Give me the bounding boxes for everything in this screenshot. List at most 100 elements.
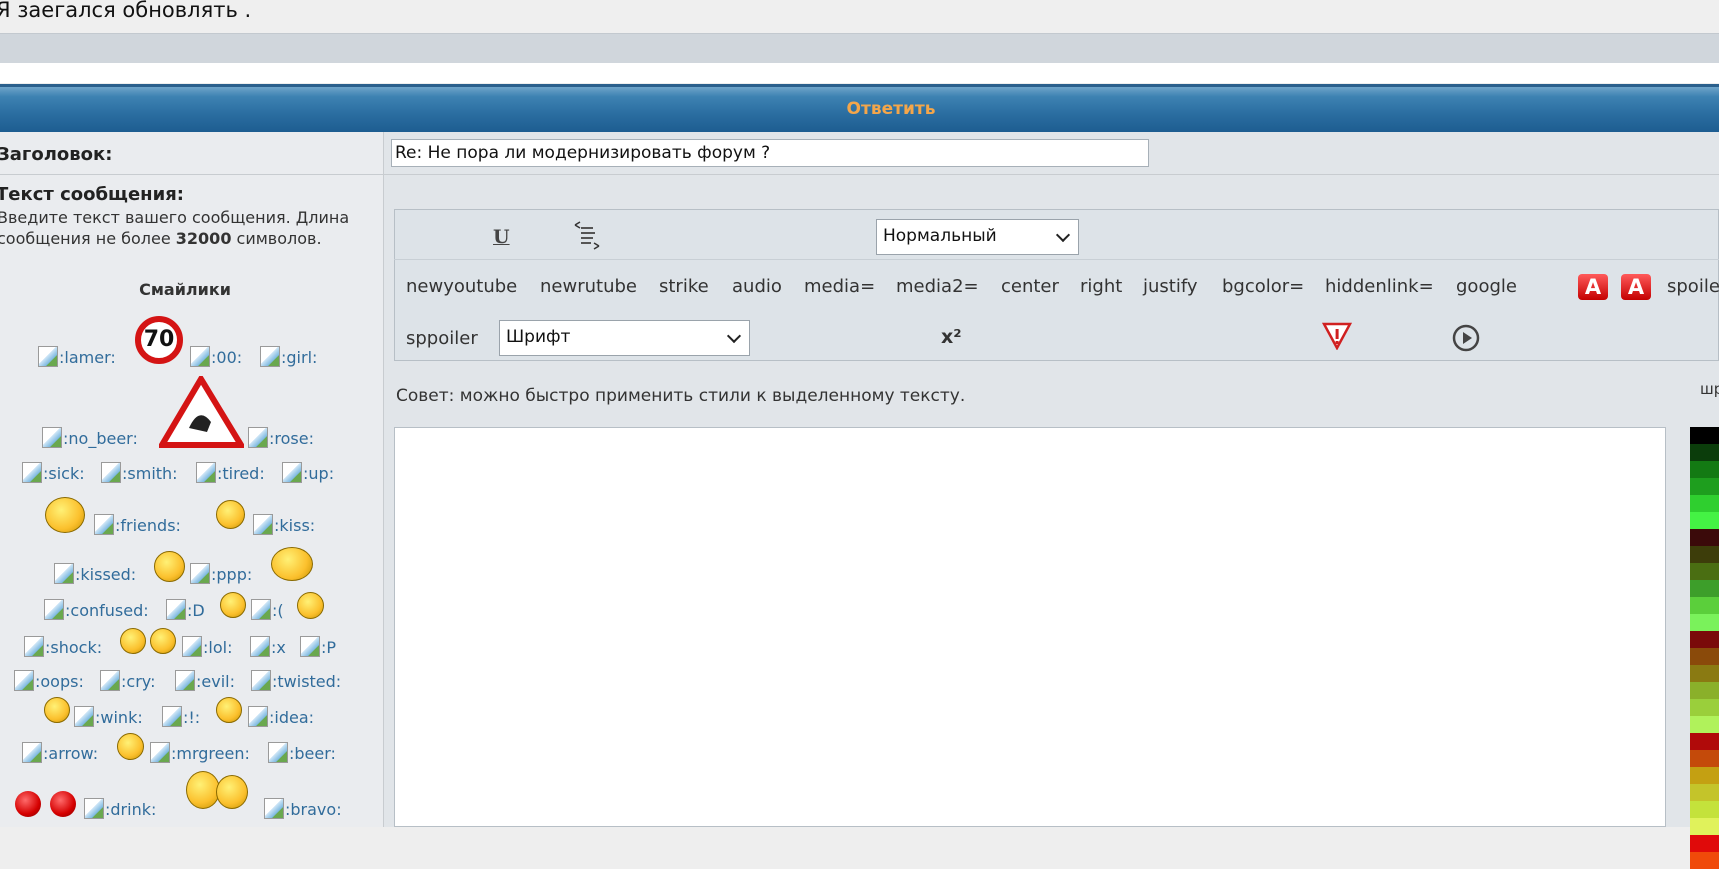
smiley-beer[interactable]: :beer: — [268, 742, 336, 763]
red-ball-icon[interactable] — [15, 791, 41, 817]
palette-swatch[interactable] — [1690, 580, 1719, 597]
palette-swatch[interactable] — [1690, 699, 1719, 716]
palette-swatch[interactable] — [1690, 546, 1719, 563]
google-button[interactable]: google — [1456, 276, 1517, 297]
smiley-grin[interactable]: :D — [166, 599, 205, 620]
neutral-smiley-icon[interactable] — [120, 628, 146, 654]
smiley-kissed[interactable]: :kissed: — [54, 563, 136, 584]
smiley-confused[interactable]: :confused: — [44, 599, 149, 620]
smiley-sad[interactable]: :( — [251, 599, 284, 620]
justify-button[interactable]: justify — [1143, 276, 1198, 297]
smiley-p[interactable]: :P — [300, 636, 336, 657]
palette-swatch[interactable] — [1690, 682, 1719, 699]
smiley-x[interactable]: :x — [250, 636, 286, 657]
audio-button[interactable]: audio — [732, 276, 782, 297]
question-smiley-icon[interactable] — [216, 697, 242, 723]
palette-swatch[interactable] — [1690, 733, 1719, 750]
smiley-rose[interactable]: :rose: — [248, 427, 314, 448]
smiley-friends[interactable]: :friends: — [94, 514, 181, 535]
smiley-lol[interactable]: :lol: — [182, 636, 232, 657]
thinking-smiley-icon[interactable] — [216, 500, 245, 529]
palette-swatch[interactable] — [1690, 478, 1719, 495]
media2-button[interactable]: media2= — [896, 276, 979, 297]
palette-swatch[interactable] — [1690, 597, 1719, 614]
palette-swatch[interactable] — [1690, 835, 1719, 852]
font-bgcolor-icon[interactable]: A — [1621, 274, 1651, 300]
palette-swatch[interactable] — [1690, 444, 1719, 461]
smiley-idea[interactable]: :idea: — [248, 706, 314, 727]
smiley-exclaim[interactable]: :!: — [162, 706, 200, 727]
smiley-00[interactable]: :00: — [190, 346, 242, 367]
smiley-smith[interactable]: :smith: — [101, 462, 178, 483]
palette-swatch[interactable] — [1690, 784, 1719, 801]
play-icon[interactable] — [1452, 324, 1480, 352]
smiley-no-beer[interactable]: :no_beer: — [42, 427, 138, 448]
smiley-oops[interactable]: :oops: — [14, 670, 84, 691]
bravo-smiley-icon-2[interactable] — [216, 775, 248, 809]
font-family-select[interactable]: Шрифт — [499, 320, 750, 356]
warning-icon[interactable] — [1322, 322, 1352, 350]
palette-swatch[interactable] — [1690, 648, 1719, 665]
smiley-ppp[interactable]: :ppp: — [190, 563, 252, 584]
bgcolor-button[interactable]: bgcolor= — [1222, 276, 1304, 297]
newrutube-button[interactable]: newrutube — [540, 276, 637, 297]
smiley-sick[interactable]: :sick: — [22, 462, 85, 483]
media-button[interactable]: media= — [804, 276, 875, 297]
smiley-cry[interactable]: :cry: — [100, 670, 155, 691]
smiley-shock[interactable]: :shock: — [24, 636, 102, 657]
palette-swatch[interactable] — [1690, 427, 1719, 444]
red-ball-icon-2[interactable] — [50, 791, 76, 817]
smile-icon[interactable] — [220, 592, 246, 618]
angel-smiley-icon[interactable] — [271, 547, 313, 581]
color-palette[interactable] — [1690, 427, 1719, 869]
speed-limit-sign[interactable]: 70 — [135, 316, 183, 364]
smiley-evil[interactable]: :evil: — [175, 670, 235, 691]
right-button[interactable]: right — [1080, 276, 1122, 297]
meh-smiley-icon[interactable] — [117, 733, 144, 760]
palette-swatch[interactable] — [1690, 563, 1719, 580]
palette-swatch[interactable] — [1690, 631, 1719, 648]
palette-swatch[interactable] — [1690, 750, 1719, 767]
title-input[interactable] — [391, 139, 1149, 167]
superscript-button[interactable]: x² — [941, 326, 962, 348]
smiley-bravo[interactable]: :bravo: — [264, 798, 342, 819]
hiddenlink-button[interactable]: hiddenlink= — [1325, 276, 1434, 297]
spoiler-button[interactable]: spoile — [1667, 276, 1719, 297]
palette-swatch[interactable] — [1690, 529, 1719, 546]
warning-triangle-icon[interactable] — [159, 376, 244, 448]
palette-swatch[interactable] — [1690, 461, 1719, 478]
cool-smiley-icon[interactable] — [150, 628, 176, 654]
palette-swatch[interactable] — [1690, 512, 1719, 529]
palette-swatch[interactable] — [1690, 767, 1719, 784]
surprised-smiley-icon[interactable] — [297, 592, 324, 619]
headphones-smiley-icon[interactable] — [45, 497, 85, 533]
message-textarea[interactable] — [394, 427, 1666, 827]
smiley-girl[interactable]: :girl: — [260, 346, 317, 367]
smiley-drink[interactable]: :drink: — [84, 798, 156, 819]
palette-swatch[interactable] — [1690, 665, 1719, 682]
palette-swatch[interactable] — [1690, 614, 1719, 631]
code-icon[interactable] — [572, 221, 602, 253]
rolleyes-smiley-icon[interactable] — [44, 697, 70, 723]
palette-swatch[interactable] — [1690, 852, 1719, 869]
smiley-tired[interactable]: :tired: — [196, 462, 265, 483]
smiley-mrgreen[interactable]: :mrgreen: — [150, 742, 250, 763]
center-button[interactable]: center — [1001, 276, 1059, 297]
smiley-up[interactable]: :up: — [282, 462, 334, 483]
palette-swatch[interactable] — [1690, 495, 1719, 512]
font-color-icon[interactable]: A — [1578, 274, 1608, 300]
smiley-arrow[interactable]: :arrow: — [22, 742, 98, 763]
smiley-wink[interactable]: :wink: — [74, 706, 143, 727]
palette-swatch[interactable] — [1690, 801, 1719, 818]
smiley-twisted[interactable]: :twisted: — [251, 670, 341, 691]
palette-swatch[interactable] — [1690, 716, 1719, 733]
smiley-kiss[interactable]: :kiss: — [253, 514, 315, 535]
sppoiler-button[interactable]: sppoiler — [406, 328, 478, 349]
newyoutube-button[interactable]: newyoutube — [406, 276, 517, 297]
font-size-select[interactable]: Нормальный — [876, 219, 1079, 255]
underline-button[interactable]: U — [493, 226, 510, 248]
strike-button[interactable]: strike — [659, 276, 709, 297]
bravo-smiley-icon[interactable] — [186, 771, 220, 809]
tongue-smiley-icon[interactable] — [154, 551, 185, 582]
smiley-lamer[interactable]: :lamer: — [38, 346, 116, 367]
